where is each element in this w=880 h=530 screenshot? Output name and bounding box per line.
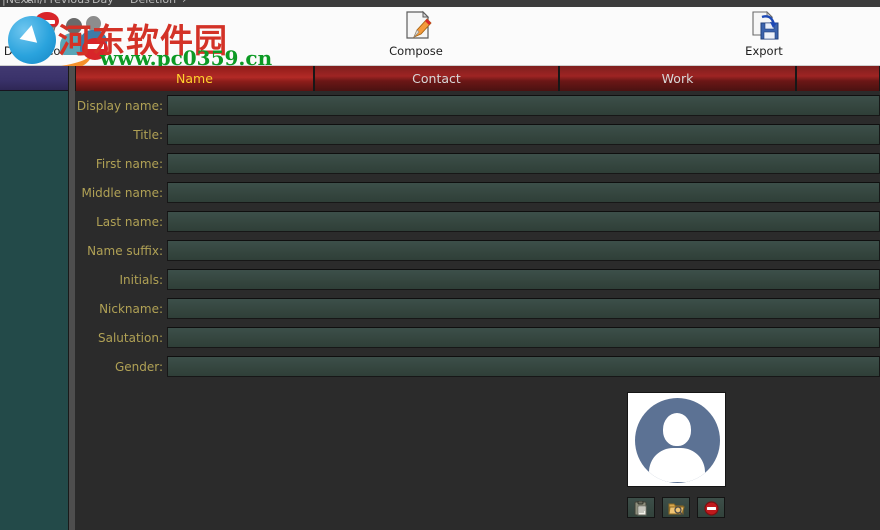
field-row-nickname: Nickname:	[75, 298, 880, 321]
compose-button[interactable]: Compose	[356, 9, 476, 58]
menu-item-all-previous[interactable]: All/Previous	[26, 0, 90, 6]
delete-contact-label: Delete Contact	[3, 44, 91, 58]
name-suffix-input[interactable]	[167, 240, 880, 261]
menu-bar: |Next All/Previous Day Deletion ›	[0, 0, 880, 7]
trash-icon	[0, 9, 107, 43]
sidebar-body[interactable]	[0, 91, 68, 530]
middle-name-input[interactable]	[167, 182, 880, 203]
name-form-panel: Display name: Title: First name: Middle …	[75, 91, 880, 530]
menu-item-deletion[interactable]: Deletion	[130, 0, 176, 6]
field-row-initials: Initials:	[75, 269, 880, 292]
last-name-label: Last name:	[96, 215, 163, 229]
middle-name-label: Middle name:	[81, 186, 163, 200]
title-input[interactable]	[167, 124, 880, 145]
tab-bar: Name Contact Work	[75, 66, 880, 91]
delete-contact-button[interactable]: Delete Contact	[0, 9, 107, 58]
export-label: Export	[745, 44, 783, 58]
field-row-title: Title:	[75, 124, 880, 147]
menu-item-overflow[interactable]: ›	[182, 0, 186, 6]
field-row-salutation: Salutation:	[75, 327, 880, 350]
remove-photo-button[interactable]	[697, 497, 725, 518]
sidebar-header	[0, 66, 68, 91]
application-window: |Next All/Previous Day Deletion › Delete…	[0, 0, 880, 530]
tab-work[interactable]: Work	[559, 66, 796, 91]
first-name-input[interactable]	[167, 153, 880, 174]
tab-contact[interactable]: Contact	[314, 66, 559, 91]
tab-overflow[interactable]	[796, 66, 880, 91]
display-name-input[interactable]	[167, 95, 880, 116]
last-name-input[interactable]	[167, 211, 880, 232]
initials-input[interactable]	[167, 269, 880, 290]
compose-icon	[356, 9, 476, 43]
gender-input[interactable]	[167, 356, 880, 377]
salutation-label: Salutation:	[98, 331, 163, 345]
field-row-middle-name: Middle name:	[75, 182, 880, 205]
browse-photo-button[interactable]	[662, 497, 690, 518]
display-name-label: Display name:	[76, 99, 163, 113]
tab-name[interactable]: Name	[75, 66, 314, 91]
paste-photo-button[interactable]	[627, 497, 655, 518]
name-suffix-label: Name suffix:	[87, 244, 163, 258]
field-row-display-name: Display name:	[75, 95, 880, 118]
field-row-name-suffix: Name suffix:	[75, 240, 880, 263]
nickname-input[interactable]	[167, 298, 880, 319]
field-row-gender: Gender:	[75, 356, 880, 379]
salutation-input[interactable]	[167, 327, 880, 348]
export-button[interactable]: Export	[704, 9, 824, 58]
person-placeholder-icon	[634, 397, 720, 483]
export-icon	[704, 9, 824, 43]
toolbar: Delete Contact Compose Export	[0, 7, 880, 66]
nickname-label: Nickname:	[99, 302, 163, 316]
initials-label: Initials:	[119, 273, 164, 287]
gender-label: Gender:	[114, 360, 163, 374]
compose-label: Compose	[389, 44, 443, 58]
title-label: Title:	[133, 128, 163, 142]
menu-item-day[interactable]: Day	[92, 0, 114, 6]
field-row-first-name: First name:	[75, 153, 880, 176]
field-row-last-name: Last name:	[75, 211, 880, 234]
photo-action-buttons	[627, 497, 727, 519]
contact-photo-box[interactable]	[627, 392, 726, 487]
first-name-label: First name:	[95, 157, 163, 171]
contact-photo-panel	[627, 392, 737, 527]
sidebar	[0, 66, 77, 530]
